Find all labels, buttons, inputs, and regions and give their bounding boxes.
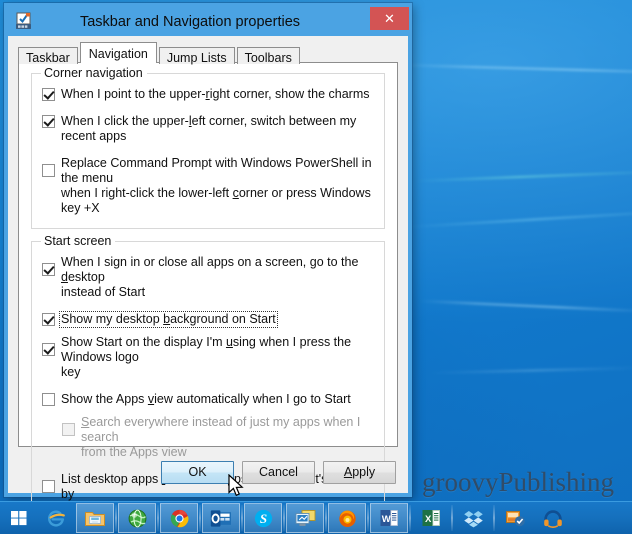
checkbox-label-search-everywhere: Search everywhere instead of just my app…: [81, 415, 361, 459]
svg-text:X: X: [425, 514, 432, 525]
checkbox-signin-desktop[interactable]: [42, 263, 55, 276]
checkbox-row-upper-left-switch-apps[interactable]: When I click the upper-left corner, swit…: [42, 114, 374, 144]
internet-explorer-button[interactable]: [38, 503, 76, 533]
checkbox-row-start-on-display[interactable]: Show Start on the display I'm using when…: [42, 335, 374, 380]
taskbar-navigation-properties-dialog: Taskbar and Navigation properties ✕ Task…: [4, 3, 412, 530]
firefox-icon: [338, 510, 356, 527]
checkbox-label-upper-right-charms: When I point to the upper-right corner, …: [61, 87, 370, 101]
desktop-background: groovyPublishing Taskbar and Navigation …: [0, 0, 632, 534]
remote-desktop-icon: [295, 509, 315, 526]
taskbar-properties-icon: [15, 12, 33, 30]
checkbox-upper-left-switch-apps[interactable]: [42, 115, 55, 128]
checkbox-replace-command-prompt[interactable]: [42, 164, 55, 177]
start-screen-legend: Start screen: [41, 234, 116, 248]
checkbox-row-apps-view-automatically[interactable]: Show the Apps view automatically when I …: [42, 392, 374, 407]
checkbox-label-apps-view-automatically: Show the Apps view automatically when I …: [61, 392, 351, 406]
svg-text:W: W: [382, 514, 391, 525]
checkbox-label-signin-desktop: When I sign in or close all apps on a sc…: [61, 255, 359, 299]
google-chrome-button[interactable]: [160, 503, 198, 533]
checkbox-label-upper-left-switch-apps: When I click the upper-left corner, swit…: [61, 114, 357, 143]
tab-taskbar[interactable]: Taskbar: [18, 47, 78, 65]
checkbox-label-replace-command-prompt: Replace Command Prompt with Windows Powe…: [61, 156, 372, 215]
checkbox-row-upper-right-charms[interactable]: When I point to the upper-right corner, …: [42, 87, 374, 102]
checkbox-upper-right-charms[interactable]: [42, 88, 55, 101]
file-explorer-button[interactable]: [76, 503, 114, 533]
excel-icon: X: [422, 510, 441, 526]
taskbar-separator: [493, 505, 495, 531]
apply-button[interactable]: Apply: [323, 461, 396, 484]
windows-logo-icon: [11, 511, 27, 526]
folder-icon: [85, 512, 105, 526]
checkbox-label-desktop-background-start: Show my desktop background on Start: [59, 311, 278, 328]
cancel-button[interactable]: Cancel: [242, 461, 315, 484]
close-icon[interactable]: ✕: [370, 7, 409, 30]
outlook-icon: [210, 509, 231, 527]
desktop-streak: [419, 300, 632, 313]
tab-jump-lists[interactable]: Jump Lists: [158, 47, 235, 65]
start-button[interactable]: [0, 503, 38, 533]
svg-text:S: S: [259, 511, 266, 526]
taskbar-separator: [325, 505, 327, 531]
taskbar-separator: [199, 505, 201, 531]
globe-icon: [128, 509, 146, 527]
taskbar-separator: [241, 505, 243, 531]
microsoft-word-button[interactable]: W: [370, 503, 408, 533]
taskbar-separator: [283, 505, 285, 531]
checkbox-apps-view-automatically[interactable]: [42, 393, 55, 406]
tab-strip: Taskbar Navigation Jump Lists Toolbars: [18, 42, 408, 65]
dropbox-button[interactable]: [454, 503, 492, 533]
desktop-streak: [407, 209, 632, 228]
headphones-icon: [544, 509, 562, 528]
taskbar-separator: [115, 505, 117, 531]
checkbox-row-search-everywhere: Search everywhere instead of just my app…: [62, 415, 374, 460]
microsoft-outlook-button[interactable]: [202, 503, 240, 533]
snagit-button[interactable]: [496, 503, 534, 533]
chrome-icon: [170, 509, 188, 527]
checkbox-label-start-on-display: Show Start on the display I'm using when…: [61, 335, 352, 379]
taskbar-separator: [451, 505, 453, 531]
corner-navigation-legend: Corner navigation: [41, 66, 147, 80]
checkbox-row-replace-command-prompt[interactable]: Replace Command Prompt with Windows Powe…: [42, 156, 374, 216]
dialog-title: Taskbar and Navigation properties: [79, 13, 301, 30]
ok-button[interactable]: OK: [161, 461, 234, 484]
microsoft-excel-button[interactable]: X: [412, 503, 450, 533]
desktop-streak: [414, 170, 632, 182]
world-app-button[interactable]: [118, 503, 156, 533]
desktop-streak: [429, 366, 632, 374]
mozilla-firefox-button[interactable]: [328, 503, 366, 533]
windows-taskbar: S W X: [0, 501, 632, 534]
ie-icon: [48, 510, 65, 527]
navigation-tab-page: Corner navigation When I point to the up…: [18, 62, 398, 530]
checkbox-start-on-display[interactable]: [42, 343, 55, 356]
skype-icon: S: [254, 509, 272, 527]
desktop-streak: [399, 64, 632, 75]
headphones-app-button[interactable]: [534, 503, 572, 533]
taskbar-separator: [157, 505, 159, 531]
taskbar-separator: [409, 505, 411, 531]
checkbox-desktop-background-start[interactable]: [42, 313, 55, 326]
skype-button[interactable]: S: [244, 503, 282, 533]
dropbox-icon: [463, 510, 483, 527]
tab-toolbars[interactable]: Toolbars: [236, 47, 300, 65]
corner-navigation-group: Corner navigation When I point to the up…: [31, 66, 385, 229]
remote-desktop-button[interactable]: [286, 503, 324, 533]
watermark-text: groovyPublishing: [421, 467, 614, 497]
dialog-button-row: OK Cancel Apply: [8, 461, 408, 484]
tab-navigation[interactable]: Navigation: [79, 42, 157, 63]
start-screen-group: Start screen When I sign in or close all…: [31, 234, 385, 530]
snagit-icon: [505, 510, 525, 526]
checkbox-row-desktop-background-start[interactable]: Show my desktop background on Start: [42, 311, 374, 328]
checkbox-search-everywhere: [62, 423, 75, 436]
taskbar-separator: [367, 505, 369, 531]
word-icon: W: [380, 510, 399, 526]
checkbox-row-signin-desktop[interactable]: When I sign in or close all apps on a sc…: [42, 255, 374, 300]
dialog-titlebar[interactable]: Taskbar and Navigation properties ✕: [8, 7, 409, 36]
